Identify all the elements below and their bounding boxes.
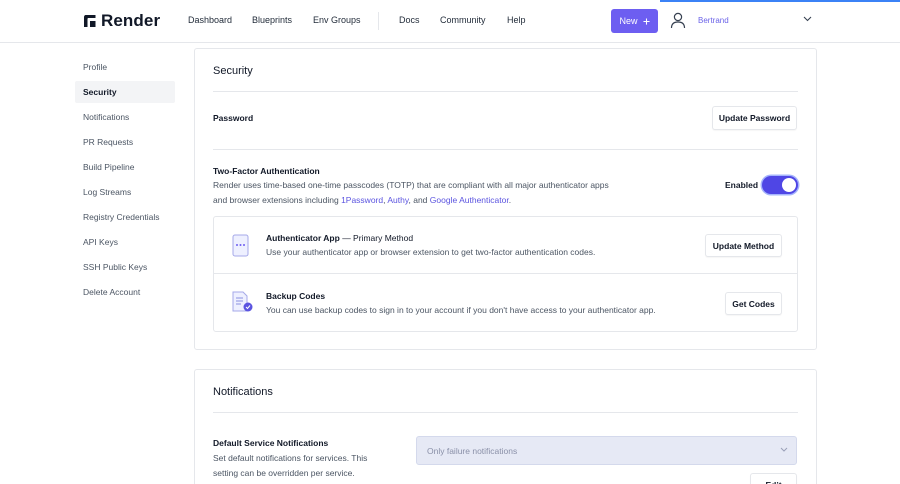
nav-env-groups[interactable]: Env Groups: [313, 15, 361, 25]
link-1password[interactable]: 1Password: [341, 195, 383, 205]
edit-notifications-button[interactable]: Edit: [750, 473, 797, 484]
default-notifications-desc-line-1: Set default notifications for services. …: [213, 453, 368, 463]
two-factor-status-label: Enabled: [725, 180, 759, 190]
sidebar-item-build-pipeline[interactable]: Build Pipeline: [75, 156, 175, 178]
loading-accent-bar: [660, 0, 900, 2]
password-divider: [213, 149, 798, 150]
render-logo-icon: [84, 15, 96, 27]
methods-divider: [214, 273, 797, 274]
notification-level-select[interactable]: Only failure notifications: [416, 436, 797, 465]
backup-codes-icon: [232, 291, 253, 312]
sidebar-item-log-streams[interactable]: Log Streams: [75, 181, 175, 203]
nav-blueprints[interactable]: Blueprints: [252, 15, 292, 25]
user-name[interactable]: Bertrand: [698, 16, 729, 25]
default-notifications-description: Set default notifications for services. …: [213, 451, 367, 480]
chevron-down-icon: [780, 447, 788, 452]
update-method-button[interactable]: Update Method: [705, 234, 782, 257]
two-factor-sep-2: , and: [408, 194, 430, 205]
plus-icon: [642, 17, 650, 25]
password-label: Password: [213, 113, 254, 123]
update-password-button[interactable]: Update Password: [712, 106, 797, 130]
nav-community[interactable]: Community: [440, 15, 486, 25]
authenticator-app-heading: Authenticator App — Primary Method: [266, 233, 413, 243]
nav-docs[interactable]: Docs: [399, 15, 420, 25]
sidebar-item-delete-account[interactable]: Delete Account: [75, 281, 175, 303]
two-factor-description: Render uses time-based one-time passcode…: [213, 178, 713, 207]
new-button[interactable]: New: [611, 9, 658, 33]
two-factor-toggle[interactable]: [762, 176, 798, 194]
render-logo[interactable]: Render: [83, 11, 160, 31]
nav-divider: [378, 12, 379, 30]
nav-help[interactable]: Help: [507, 15, 526, 25]
authenticator-app-icon: [232, 234, 249, 257]
authenticator-app-description: Use your authenticator app or browser ex…: [266, 247, 596, 257]
security-title: Security: [213, 65, 253, 77]
notifications-title: Notifications: [213, 386, 273, 398]
sidebar-item-registry-credentials[interactable]: Registry Credentials: [75, 206, 175, 228]
authenticator-app-title: Authenticator App: [266, 233, 340, 243]
backup-codes-title: Backup Codes: [266, 291, 326, 301]
security-title-divider: [213, 91, 798, 92]
notifications-title-divider: [213, 412, 798, 413]
two-factor-title: Two-Factor Authentication: [213, 166, 320, 176]
sidebar-item-ssh-public-keys[interactable]: SSH Public Keys: [75, 256, 175, 278]
sidebar-item-pr-requests[interactable]: PR Requests: [75, 131, 175, 153]
sidebar-item-profile[interactable]: Profile: [75, 56, 175, 78]
toggle-knob: [782, 178, 796, 192]
authenticator-app-subtitle: — Primary Method: [339, 233, 414, 243]
sidebar-item-security[interactable]: Security: [75, 81, 175, 103]
get-codes-button[interactable]: Get Codes: [725, 292, 782, 315]
two-factor-desc-line-1: Render uses time-based one-time passcode…: [213, 180, 609, 190]
user-icon[interactable]: [670, 12, 686, 29]
two-factor-desc-line-2: and browser extensions including: [213, 194, 342, 205]
sidebar-item-notifications[interactable]: Notifications: [75, 106, 175, 128]
link-google-authenticator[interactable]: Google Authenticator: [430, 195, 509, 205]
brand-name: Render: [101, 11, 161, 30]
new-button-label: New: [619, 16, 638, 26]
link-authy[interactable]: Authy: [387, 195, 408, 205]
two-factor-desc-end: .: [508, 194, 512, 205]
sidebar-item-api-keys[interactable]: API Keys: [75, 231, 175, 253]
default-notifications-desc-line-2: setting can be overridden per service.: [213, 467, 355, 478]
nav-dashboard[interactable]: Dashboard: [188, 15, 232, 25]
header-top-line: [0, 0, 900, 2]
default-notifications-title: Default Service Notifications: [213, 438, 329, 448]
chevron-down-icon[interactable]: [803, 16, 812, 22]
top-header: Render Dashboard Blueprints Env Groups D…: [0, 0, 900, 43]
backup-codes-description: You can use backup codes to sign in to y…: [266, 305, 656, 315]
notification-level-value: Only failure notifications: [427, 446, 518, 456]
